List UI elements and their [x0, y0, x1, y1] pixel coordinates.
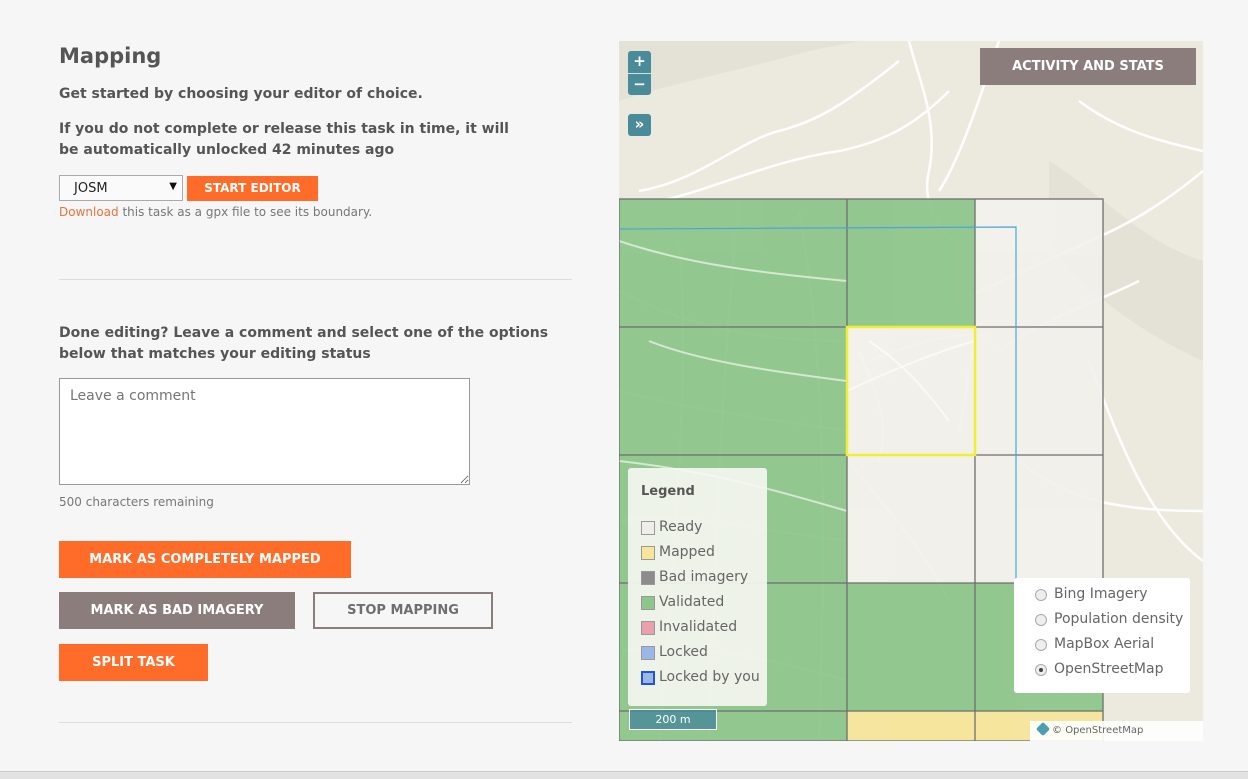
expand-map-button[interactable]: »	[628, 114, 651, 136]
divider	[59, 722, 572, 723]
legend-item-mapped: Mapped	[641, 544, 767, 569]
radio-selected-icon[interactable]	[1035, 664, 1047, 676]
download-description: this task as a gpx file to see its bound…	[118, 205, 373, 219]
legend-item-validated: Validated	[641, 594, 767, 619]
leaflet-icon	[1035, 721, 1051, 737]
stop-mapping-button[interactable]: STOP MAPPING	[313, 592, 493, 629]
radio-icon[interactable]	[1035, 614, 1047, 626]
radio-icon[interactable]	[1035, 639, 1047, 651]
legend-swatch	[641, 571, 655, 585]
divider	[59, 279, 572, 280]
start-editor-button[interactable]: START EDITOR	[187, 176, 318, 201]
browser-bottom-bar	[0, 771, 1248, 779]
scale-bar: 200 m	[629, 709, 717, 730]
mark-completely-mapped-button[interactable]: MARK AS COMPLETELY MAPPED	[59, 541, 351, 578]
legend-swatch	[641, 596, 655, 610]
legend-swatch	[641, 546, 655, 560]
zoom-out-button[interactable]: −	[628, 73, 651, 95]
done-editing-text: Done editing? Leave a comment and select…	[59, 325, 549, 362]
layer-option-population[interactable]: Population density	[1035, 610, 1190, 635]
radio-icon[interactable]	[1035, 589, 1047, 601]
split-task-button[interactable]: SPLIT TASK	[59, 644, 208, 681]
layer-option-mapbox[interactable]: MapBox Aerial	[1035, 635, 1190, 660]
legend-item-bad-imagery: Bad imagery	[641, 569, 767, 594]
task-map[interactable]: + − » ACTIVITY AND STATS Legend Ready Ma…	[619, 41, 1203, 741]
legend-item-locked-by-you: Locked by you	[641, 669, 767, 694]
dropdown-arrow-icon: ▼	[169, 181, 177, 192]
map-legend: Legend Ready Mapped Bad imagery Validate…	[628, 468, 767, 706]
download-line: Download this task as a gpx file to see …	[59, 205, 372, 219]
layer-switcher: Bing Imagery Population density MapBox A…	[1014, 578, 1190, 693]
legend-item-locked: Locked	[641, 644, 767, 669]
editor-select[interactable]: JOSM ▼	[59, 175, 183, 201]
download-link[interactable]: Download	[59, 205, 119, 219]
page-title: Mapping	[59, 44, 162, 68]
layer-option-osm[interactable]: OpenStreetMap	[1035, 660, 1190, 685]
zoom-control: + −	[628, 51, 651, 95]
legend-swatch	[641, 621, 655, 635]
comment-textarea[interactable]	[59, 378, 470, 485]
unlock-notice: If you do not complete or release this t…	[59, 121, 509, 158]
activity-and-stats-button[interactable]: ACTIVITY AND STATS	[980, 48, 1196, 85]
legend-swatch	[641, 646, 655, 660]
legend-swatch	[641, 521, 655, 535]
mark-bad-imagery-button[interactable]: MARK AS BAD IMAGERY	[59, 592, 295, 629]
layer-option-bing[interactable]: Bing Imagery	[1035, 585, 1190, 610]
map-attribution: © OpenStreetMap contributors	[1030, 721, 1203, 741]
intro-text: Get started by choosing your editor of c…	[59, 86, 423, 102]
osm-attribution-link[interactable]: OpenStreetMap	[1065, 725, 1143, 736]
chars-remaining: 500 characters remaining	[59, 495, 214, 509]
legend-title: Legend	[641, 484, 695, 499]
editor-select-value: JOSM	[74, 181, 108, 196]
legend-item-ready: Ready	[641, 519, 767, 544]
zoom-in-button[interactable]: +	[628, 51, 651, 73]
legend-swatch	[641, 671, 655, 685]
legend-item-invalidated: Invalidated	[641, 619, 767, 644]
